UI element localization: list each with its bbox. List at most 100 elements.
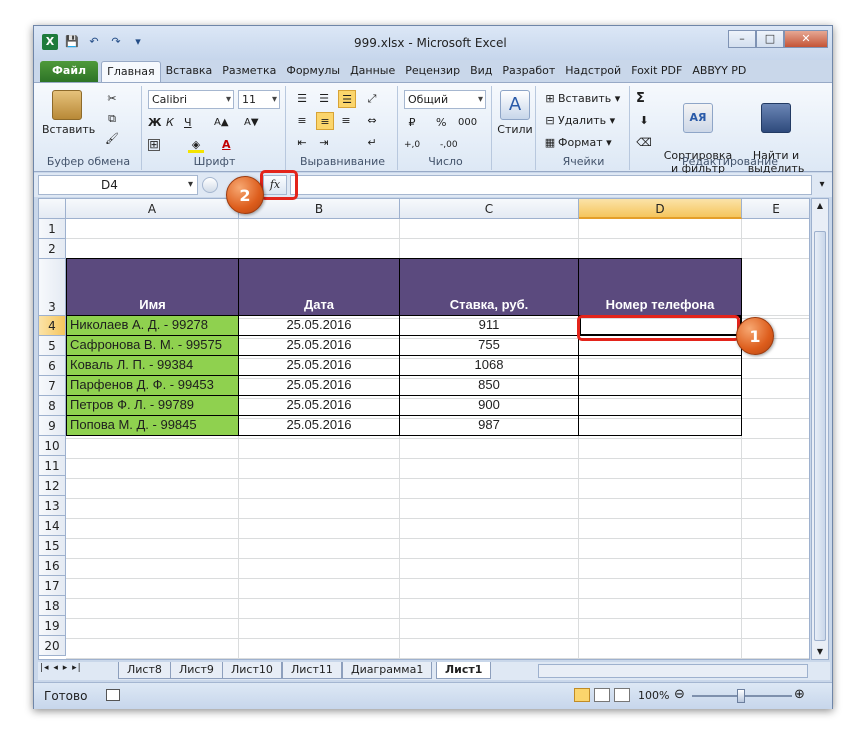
row-header[interactable]: 9 (39, 416, 66, 436)
orientation-icon[interactable]: ⤢ (364, 90, 380, 108)
number-format-select[interactable]: Общий (404, 90, 486, 109)
tab-abbyy[interactable]: ABBYY PD (687, 61, 751, 82)
align-bottom-icon[interactable]: ☰ (338, 90, 356, 108)
tab-foxit[interactable]: Foxit PDF (626, 61, 687, 82)
column-header-e[interactable]: E (742, 199, 809, 219)
table-cell-rate[interactable]: 850 (400, 376, 579, 396)
cut-icon[interactable]: ✂ (104, 90, 120, 108)
tab-home[interactable]: Главная (101, 61, 161, 82)
horizontal-scrollbar[interactable] (538, 664, 808, 678)
row-header[interactable]: 5 (39, 336, 66, 356)
insert-cells-button[interactable]: ⊞ Вставить ▾ (542, 90, 620, 108)
increase-indent-icon[interactable]: ⇥ (316, 134, 332, 152)
sheet-tab[interactable]: Лист11 (282, 662, 342, 679)
customize-qat-icon[interactable]: ▾ (130, 34, 146, 50)
table-cell-date[interactable]: 25.05.2016 (239, 336, 400, 356)
paste-button[interactable]: Вставить (42, 90, 95, 136)
redo-icon[interactable]: ↷ (108, 34, 124, 50)
styles-button[interactable]: A Стили (496, 90, 534, 136)
decrease-decimal-button[interactable]: -,00 (440, 136, 458, 154)
save-icon[interactable]: 💾 (64, 34, 80, 50)
underline-button[interactable]: Ч (184, 114, 192, 132)
wrap-text-icon[interactable]: ↵ (364, 134, 380, 152)
restore-button[interactable]: □ (756, 30, 784, 48)
column-header-b[interactable]: B (239, 199, 400, 219)
align-left-icon[interactable]: ≡ (294, 112, 310, 130)
sheet-tab[interactable]: Лист9 (170, 662, 223, 679)
align-top-icon[interactable]: ☰ (294, 90, 310, 108)
fill-color-icon[interactable]: ◈ (188, 136, 204, 154)
select-all-corner[interactable] (39, 199, 66, 219)
page-break-view-icon[interactable] (614, 688, 630, 702)
format-cells-button[interactable]: ▦ Формат ▾ (542, 134, 612, 152)
comma-style-button[interactable]: 000 (458, 114, 477, 132)
table-cell-date[interactable]: 25.05.2016 (239, 416, 400, 436)
borders-icon[interactable]: ⊞ (148, 136, 160, 154)
tab-addins[interactable]: Надстрой (560, 61, 626, 82)
font-name-select[interactable]: Calibri (148, 90, 234, 109)
row-header[interactable]: 3 (39, 259, 66, 316)
font-color-button[interactable]: A (222, 136, 231, 154)
clear-icon[interactable]: ⌫ (636, 134, 652, 152)
italic-button[interactable]: К (166, 114, 174, 132)
scroll-thumb[interactable] (814, 231, 826, 641)
format-painter-icon[interactable]: 🖌 (104, 130, 120, 148)
expand-formula-icon[interactable]: ▾ (815, 175, 829, 195)
header-cell-rate[interactable]: Ставка, руб. (400, 258, 579, 316)
sheet-tab[interactable]: Лист10 (222, 662, 282, 679)
table-cell-name[interactable]: Попова М. Д. - 99845 (66, 416, 239, 436)
table-cell-name[interactable]: Петров Ф. Л. - 99789 (66, 396, 239, 416)
row-header[interactable]: 11 (39, 456, 66, 476)
table-cell-date[interactable]: 25.05.2016 (239, 356, 400, 376)
scroll-up-icon[interactable]: ▲ (812, 199, 828, 213)
align-middle-icon[interactable]: ☰ (316, 90, 332, 108)
merge-center-icon[interactable]: ⇔ (364, 112, 380, 130)
row-header[interactable]: 19 (39, 616, 66, 636)
table-cell-date[interactable]: 25.05.2016 (239, 316, 400, 336)
row-header[interactable]: 6 (39, 356, 66, 376)
row-header[interactable]: 20 (39, 636, 66, 656)
row-header[interactable]: 15 (39, 536, 66, 556)
align-center-icon[interactable]: ≡ (316, 112, 334, 130)
tab-view[interactable]: Вид (465, 61, 497, 82)
tab-review[interactable]: Рецензир (400, 61, 465, 82)
tab-page-layout[interactable]: Разметка (217, 61, 281, 82)
bold-button[interactable]: Ж (148, 114, 161, 132)
table-cell-rate[interactable]: 911 (400, 316, 579, 336)
header-cell-name[interactable]: Имя (66, 258, 239, 316)
undo-icon[interactable]: ↶ (86, 34, 102, 50)
row-header[interactable]: 8 (39, 396, 66, 416)
row-header[interactable]: 13 (39, 496, 66, 516)
row-header[interactable]: 10 (39, 436, 66, 456)
shrink-font-button[interactable]: A▼ (244, 114, 259, 132)
row-header[interactable]: 1 (39, 219, 66, 239)
zoom-out-button[interactable]: ⊖ (674, 687, 685, 702)
table-cell-rate[interactable]: 900 (400, 396, 579, 416)
table-cell-rate[interactable]: 755 (400, 336, 579, 356)
align-right-icon[interactable]: ≡ (338, 112, 354, 130)
row-header[interactable]: 12 (39, 476, 66, 496)
tab-data[interactable]: Данные (345, 61, 400, 82)
table-cell-name[interactable]: Коваль Л. П. - 99384 (66, 356, 239, 376)
normal-view-icon[interactable] (574, 688, 590, 702)
table-cell-name[interactable]: Сафронова В. М. - 99575 (66, 336, 239, 356)
row-header[interactable]: 7 (39, 376, 66, 396)
tab-file[interactable]: Файл (40, 61, 99, 82)
column-header-c[interactable]: C (400, 199, 579, 219)
column-header-a[interactable]: A (66, 199, 239, 219)
tab-developer[interactable]: Разработ (497, 61, 560, 82)
row-header[interactable]: 14 (39, 516, 66, 536)
zoom-slider-thumb[interactable] (737, 689, 745, 703)
currency-icon[interactable]: ₽ (404, 114, 420, 132)
copy-icon[interactable]: ⧉ (104, 110, 120, 128)
table-cell-phone[interactable] (579, 416, 742, 436)
zoom-in-button[interactable]: ⊕ (794, 687, 805, 702)
tab-formulas[interactable]: Формулы (281, 61, 345, 82)
table-cell-name[interactable]: Николаев А. Д. - 99278 (66, 316, 239, 336)
increase-decimal-button[interactable]: +,0 (404, 136, 420, 154)
sheet-tab-active[interactable]: Лист1 (436, 662, 492, 679)
header-cell-date[interactable]: Дата (239, 258, 400, 316)
autosum-button[interactable]: Σ (636, 90, 645, 108)
row-header[interactable]: 4 (39, 316, 66, 336)
grow-font-button[interactable]: A▲ (214, 114, 229, 132)
